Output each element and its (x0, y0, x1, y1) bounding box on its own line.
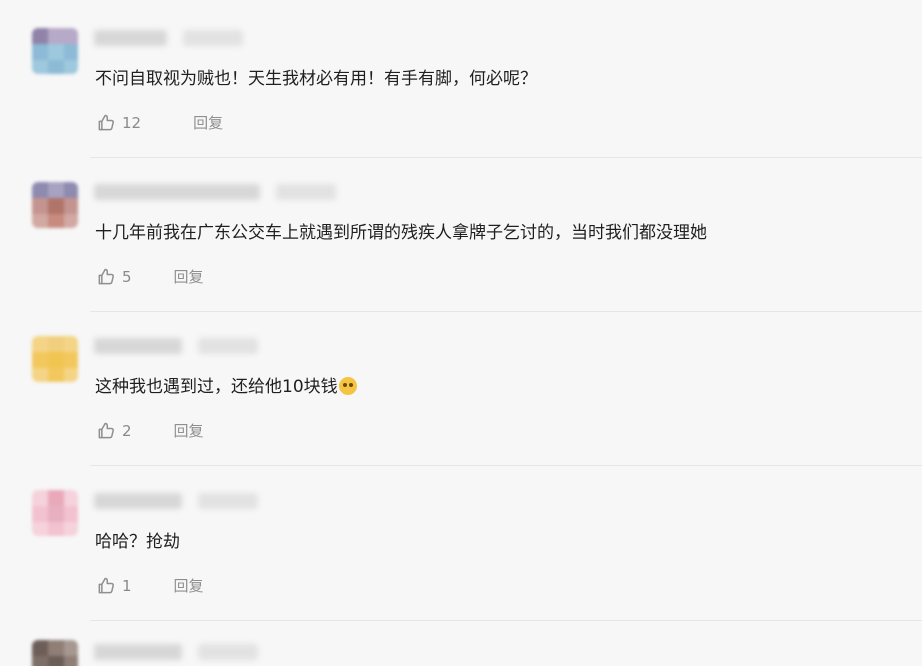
like-button[interactable]: 12 (96, 113, 141, 133)
avatar-pixel (48, 656, 64, 666)
username-blurred[interactable] (94, 338, 182, 354)
username-blurred[interactable] (94, 30, 167, 46)
avatar-pixel (48, 336, 64, 352)
comment-divider (90, 465, 922, 466)
like-button[interactable]: 5 (96, 267, 132, 287)
comment-text: 哈哈？抢劫 (95, 532, 180, 552)
timestamp-blurred (276, 184, 336, 200)
reply-button[interactable]: 回复 (174, 575, 204, 596)
avatar-pixel (64, 28, 78, 44)
avatar-pixel (48, 490, 64, 506)
avatar-pixel (48, 506, 64, 522)
avatar-pixel (48, 368, 64, 382)
comment-divider (90, 311, 922, 312)
avatar-pixel (64, 368, 78, 382)
avatar-pixel (32, 28, 48, 44)
avatar-pixel (48, 214, 64, 228)
laughing-face-emoji-icon (338, 377, 357, 395)
comment-divider (90, 620, 922, 621)
timestamp-blurred (198, 338, 258, 354)
comment-actions: 5 回复 (96, 266, 204, 287)
avatar-pixel (48, 352, 64, 368)
comment-text: 不问自取视为贼也！天生我材必有用！有手有脚，何必呢？ (95, 69, 537, 89)
thumbs-up-icon (98, 268, 114, 284)
comment-text-body: 这种我也遇到过，还给他10块钱 (95, 377, 338, 397)
avatar-pixel (32, 352, 48, 368)
comment-list: 不问自取视为贼也！天生我材必有用！有手有脚，何必呢？ 12 回复 十几年前我在广… (0, 0, 922, 666)
avatar-pixel (32, 214, 48, 228)
avatar-pixel (32, 656, 48, 666)
avatar-pixel (32, 506, 48, 522)
avatar-pixel (48, 44, 64, 60)
avatar[interactable] (32, 490, 78, 536)
avatar-pixel (64, 506, 78, 522)
like-count: 5 (122, 267, 132, 286)
avatar-pixel (64, 352, 78, 368)
comment-item-partial (0, 628, 922, 666)
avatar-pixel (48, 182, 64, 198)
avatar-pixel (32, 60, 48, 74)
timestamp-blurred (183, 30, 243, 46)
avatar[interactable] (32, 336, 78, 382)
avatar-pixel (48, 640, 64, 656)
avatar-pixel (48, 198, 64, 214)
comment-divider (90, 157, 922, 158)
avatar-pixel (32, 522, 48, 536)
like-count: 2 (122, 421, 132, 440)
avatar-pixel (32, 198, 48, 214)
like-count: 1 (122, 576, 132, 595)
thumbs-up-icon (98, 422, 114, 438)
avatar-pixel (32, 336, 48, 352)
reply-button[interactable]: 回复 (193, 112, 223, 133)
timestamp-blurred (198, 493, 258, 509)
avatar-pixel (48, 522, 64, 536)
reply-button[interactable]: 回复 (174, 266, 204, 287)
avatar-pixel (48, 28, 64, 44)
timestamp-blurred (198, 644, 258, 660)
avatar-pixel (32, 490, 48, 506)
comment-text: 这种我也遇到过，还给他10块钱 (95, 376, 357, 398)
avatar-pixel (64, 522, 78, 536)
thumbs-up-icon (98, 577, 114, 593)
avatar[interactable] (32, 28, 78, 74)
like-button[interactable]: 1 (96, 576, 132, 596)
username-blurred[interactable] (94, 493, 182, 509)
comment-actions: 12 回复 (96, 112, 223, 133)
avatar[interactable] (32, 182, 78, 228)
username-blurred[interactable] (94, 644, 182, 660)
avatar-pixel (32, 368, 48, 382)
avatar-pixel (64, 44, 78, 60)
avatar-pixel (32, 640, 48, 656)
reply-button[interactable]: 回复 (174, 420, 204, 441)
avatar-pixel (64, 336, 78, 352)
avatar-pixel (64, 214, 78, 228)
comment-text: 十几年前我在广东公交车上就遇到所谓的残疾人拿牌子乞讨的，当时我们都没理她 (95, 223, 707, 243)
avatar-pixel (64, 490, 78, 506)
like-button[interactable]: 2 (96, 421, 132, 441)
comment-actions: 1 回复 (96, 575, 204, 596)
avatar-pixel (64, 656, 78, 666)
comment-actions: 2 回复 (96, 420, 204, 441)
avatar-pixel (64, 60, 78, 74)
avatar-pixel (48, 60, 64, 74)
avatar-pixel (64, 640, 78, 656)
like-count: 12 (122, 113, 142, 132)
avatar-pixel (64, 198, 78, 214)
avatar-pixel (32, 182, 48, 198)
avatar[interactable] (32, 640, 78, 666)
avatar-pixel (64, 182, 78, 198)
thumbs-up-icon (98, 114, 114, 130)
username-blurred[interactable] (94, 184, 260, 200)
avatar-pixel (32, 44, 48, 60)
